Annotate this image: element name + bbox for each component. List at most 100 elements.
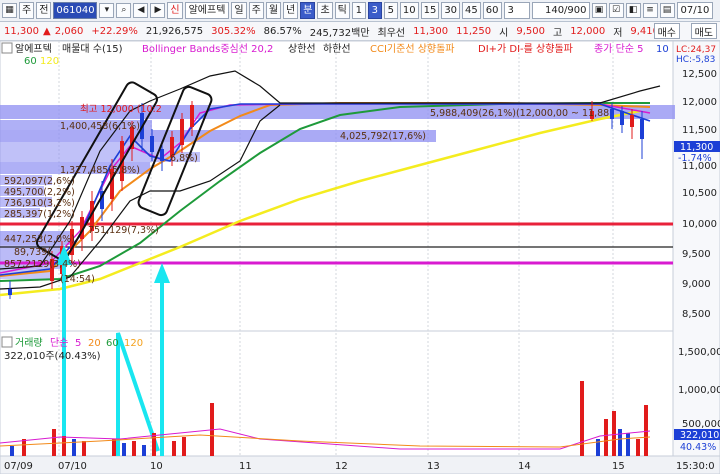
vp-label-3: 1,327,485(5,8%) — [60, 165, 140, 176]
volume-ma-label: 단순 — [50, 337, 68, 349]
time-tick: 15 — [612, 461, 625, 472]
volume-value: 21,926,575 — [145, 25, 204, 37]
interval-45[interactable]: 45 — [462, 2, 481, 19]
volume-toggle-icon[interactable] — [1, 336, 13, 348]
period-tick[interactable]: 틱 — [334, 2, 350, 19]
price-tick: 12,000 — [682, 97, 717, 108]
dropdown-icon[interactable]: ▾ — [99, 3, 115, 18]
price-tick: 10,000 — [682, 219, 717, 230]
vp-label-mid: 751,129(7,3%) — [88, 225, 159, 236]
legend-close-ma: 종가 단순 5 — [594, 43, 644, 55]
legend-lower: 하한선 — [323, 42, 351, 55]
legend-moving-avg: 매물대 수(15) — [62, 43, 123, 55]
legend-upper: 상한선 — [288, 43, 316, 55]
period-day[interactable]: 일 — [231, 2, 247, 19]
legend-ma60: 60 — [24, 56, 37, 67]
best-ask: 11,300 — [413, 25, 449, 37]
price-tick: 10,500 — [682, 188, 717, 199]
top-toolbar: ▦ 주 전 061040 ▾ ⌕ ◀ ▶ 신 알에프텍 일 주 월 년 분 초 … — [0, 0, 720, 22]
ratio-2: 86.57% — [263, 25, 302, 37]
legend-ma120: 120 — [40, 56, 59, 67]
sell-button[interactable]: 매도 — [690, 23, 717, 39]
legend-toggle-icon[interactable] — [1, 42, 13, 54]
time-tick: 14 — [518, 461, 531, 472]
ratio-1: 305.32% — [211, 25, 256, 37]
interval-5[interactable]: 5 — [383, 2, 398, 19]
search-icon[interactable]: ⌕ — [116, 3, 132, 18]
price-tag: 11,300 — [680, 142, 713, 153]
price-tick: 9,000 — [682, 279, 711, 290]
prev-icon[interactable]: ◀ — [133, 3, 149, 18]
period-month[interactable]: 월 — [265, 2, 282, 19]
legend-cci: CCI기준선 상향돌파 — [370, 43, 455, 55]
vp-label-long2: 4,025,792(17,6%) — [340, 131, 426, 142]
interval-10[interactable]: 10 — [399, 2, 419, 19]
best-label: 최우선 — [377, 27, 406, 39]
up-arrow-icon: ▲ — [43, 25, 51, 37]
legend-bollinger: Bollinger Bands중심선 20,2 — [142, 43, 273, 55]
volume-tag: 322,010 — [680, 430, 719, 441]
period-minute[interactable]: 분 — [300, 2, 316, 19]
time-tick: 10 — [150, 461, 163, 472]
interval-3[interactable]: 3 — [367, 2, 382, 19]
price-tag-pct: -1.74% — [678, 153, 712, 164]
time-tick: 13 — [427, 461, 440, 472]
volume-value: 322,010주(40.43%) — [4, 351, 101, 362]
next-icon[interactable]: ▶ — [150, 3, 166, 18]
interval-60[interactable]: 60 — [482, 2, 502, 19]
trade-amount: 245,732백만 — [309, 27, 370, 39]
vp-label-9: 857,2129(3,4%) — [4, 259, 81, 270]
volume-ma20: 20 — [88, 338, 101, 349]
open-label: 시 — [499, 27, 509, 39]
volume-ma60: 60 — [106, 338, 119, 349]
interval-value-input[interactable]: 3 — [503, 2, 530, 19]
period-week[interactable]: 주 — [248, 2, 264, 19]
vp-label-long1: 5,988,409(26,1%)(12,000,00 ~ 11,88 — [430, 108, 609, 119]
grid-icon[interactable]: ▦ — [2, 3, 17, 18]
tab-button[interactable]: 전 — [36, 2, 52, 19]
calendar-icon[interactable]: ▤ — [659, 3, 675, 18]
new-button[interactable]: 신 — [167, 2, 183, 19]
volume-ma120: 120 — [124, 338, 143, 349]
legend-stock-name: 알에프텍 — [15, 43, 52, 55]
date-input[interactable]: 07/10 — [676, 2, 714, 19]
lock-icon[interactable]: ◧ — [625, 3, 641, 18]
menu-button[interactable]: 주 — [19, 2, 35, 19]
low-time-annotation: (14:54) — [60, 274, 95, 285]
interval-30[interactable]: 30 — [441, 2, 461, 19]
price-change: 2,060 — [54, 25, 84, 37]
price-tick: 11,500 — [682, 125, 717, 136]
price-tick: 8,500 — [682, 309, 711, 320]
stock-code-input[interactable]: 061040 — [53, 2, 98, 19]
time-tick: 11 — [239, 461, 252, 472]
period-year[interactable]: 년 — [283, 2, 299, 19]
volume-ma5: 5 — [75, 338, 81, 349]
checkbox-icon[interactable]: ☑ — [608, 3, 624, 18]
vp-label-7: 285,397(1,2%) — [4, 209, 75, 220]
settings-icon[interactable]: ≡ — [642, 3, 658, 18]
quote-bar: 11,300 ▲ 2,060 +22.29% 21,926,575 305.32… — [0, 22, 720, 41]
vp-label-10: 89,739( — [14, 247, 51, 258]
high-price: 12,000 — [570, 25, 606, 37]
save-icon[interactable]: ▣ — [591, 3, 607, 18]
high-label: 고 — [552, 27, 563, 39]
volume-label: 거래량 — [15, 337, 43, 349]
vp-label-5: 495,700(2,2%) — [4, 187, 75, 198]
chart-area[interactable]: 알에프텍 매물대 수(15) Bollinger Bands중심선 20,2 상… — [0, 41, 720, 474]
time-right-label: 15:30:0 — [676, 461, 715, 472]
vp-label-8: 447,253(2,0%) — [4, 234, 75, 245]
volume-tick: 1,500,00 — [678, 347, 720, 358]
price-tick: 9,500 — [682, 249, 711, 260]
interval-1[interactable]: 1 — [351, 2, 366, 19]
volume-tick: 1,000,00 — [678, 385, 720, 396]
buy-button[interactable]: 매수 — [653, 23, 680, 39]
vp-label-1: 1,400,458(6,1%) — [60, 121, 140, 132]
bar-counter[interactable]: 140/900 — [531, 2, 590, 19]
price-tick: 12,500 — [682, 69, 717, 80]
time-tick: 12 — [335, 461, 348, 472]
period-second[interactable]: 초 — [317, 2, 333, 19]
interval-15[interactable]: 15 — [420, 2, 440, 19]
current-price: 11,300 — [4, 25, 39, 37]
legend-ma10: 10 — [656, 44, 669, 55]
stock-name-box: 알에프텍 — [184, 2, 230, 19]
